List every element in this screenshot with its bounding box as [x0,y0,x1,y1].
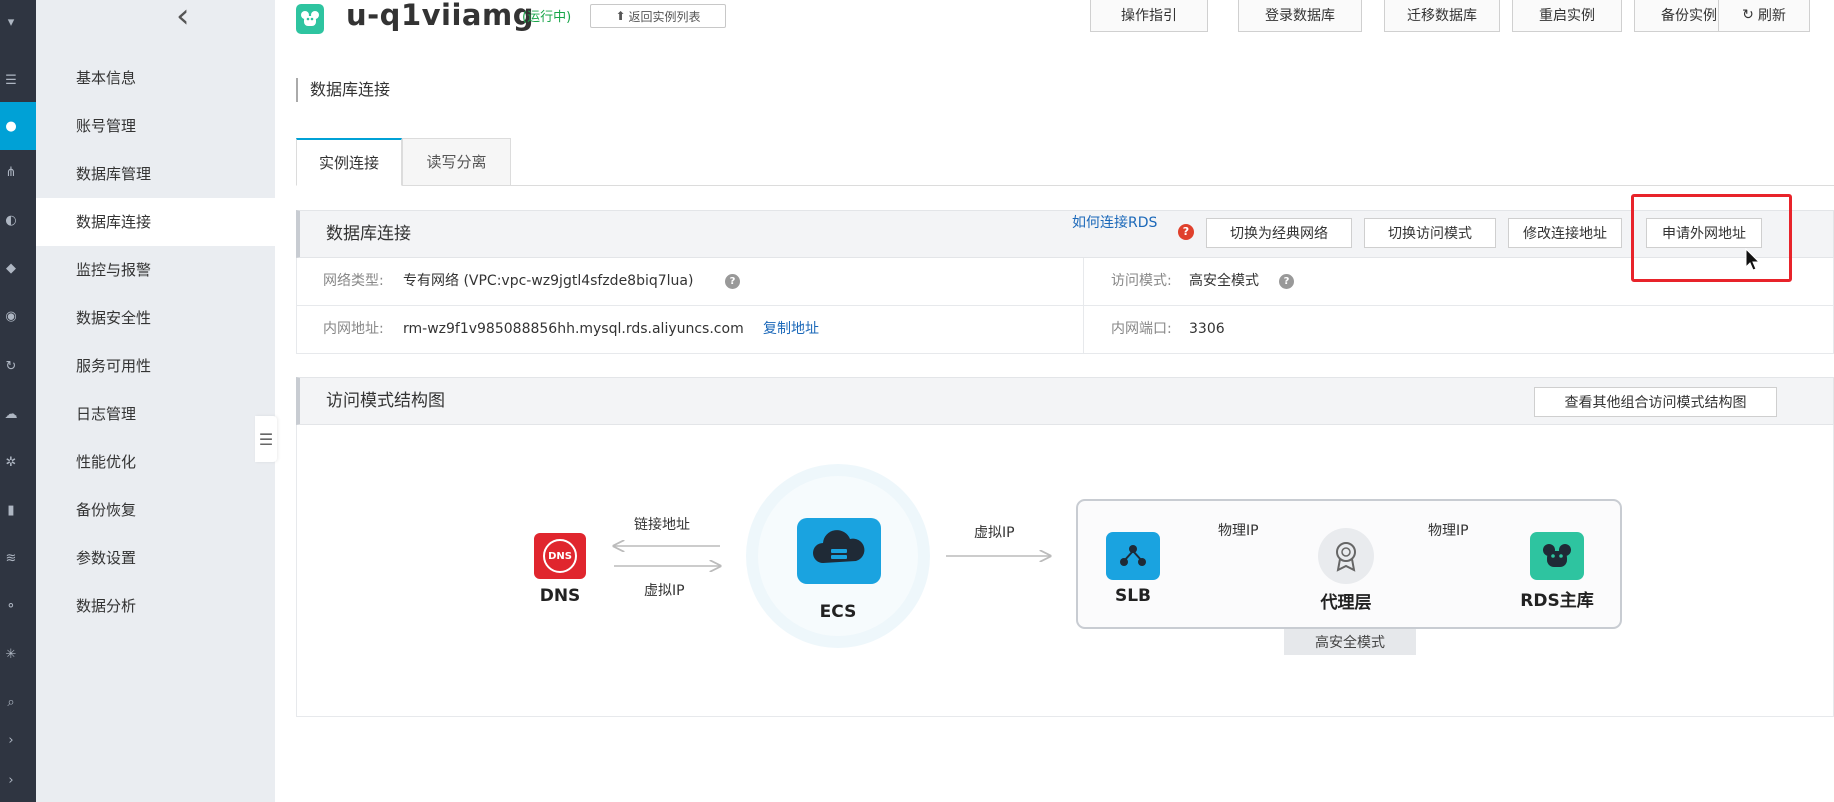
proxy-badge-icon [1318,528,1374,584]
cursor-icon [1745,247,1761,276]
ecs-label: ECS [819,602,857,622]
rds-console: ▾ ☰ ● ⋔ ◐ ◆ ◉ ↻ ☁ ✲ ▮ ≋ ⚬ ✳ ⌕ › › ‹ 基本信息… [0,0,1834,802]
edge-physical-ip-label: 物理IP [1428,523,1469,539]
mode-tag: 高安全模式 [1284,629,1416,655]
edge-virtual-ip-label: 虚拟IP [644,583,685,599]
slb-label: SLB [1114,586,1152,606]
edge-physical-ip-label: 物理IP [1218,523,1259,539]
edge-virtual-ip-mid-label: 虚拟IP [974,525,1015,541]
highlight-box [1631,194,1792,282]
rds-icon [1530,532,1584,580]
ecs-cloud-icon [797,518,881,584]
dns-label: DNS [539,586,581,606]
slb-icon [1106,532,1160,580]
proxy-label: 代理层 [1320,593,1372,613]
edge-link-address-label: 链接地址 [634,517,690,533]
dns-icon: DNS [534,533,586,579]
rds-label: RDS主库 [1520,591,1594,611]
diagram-connectors [0,464,1622,648]
